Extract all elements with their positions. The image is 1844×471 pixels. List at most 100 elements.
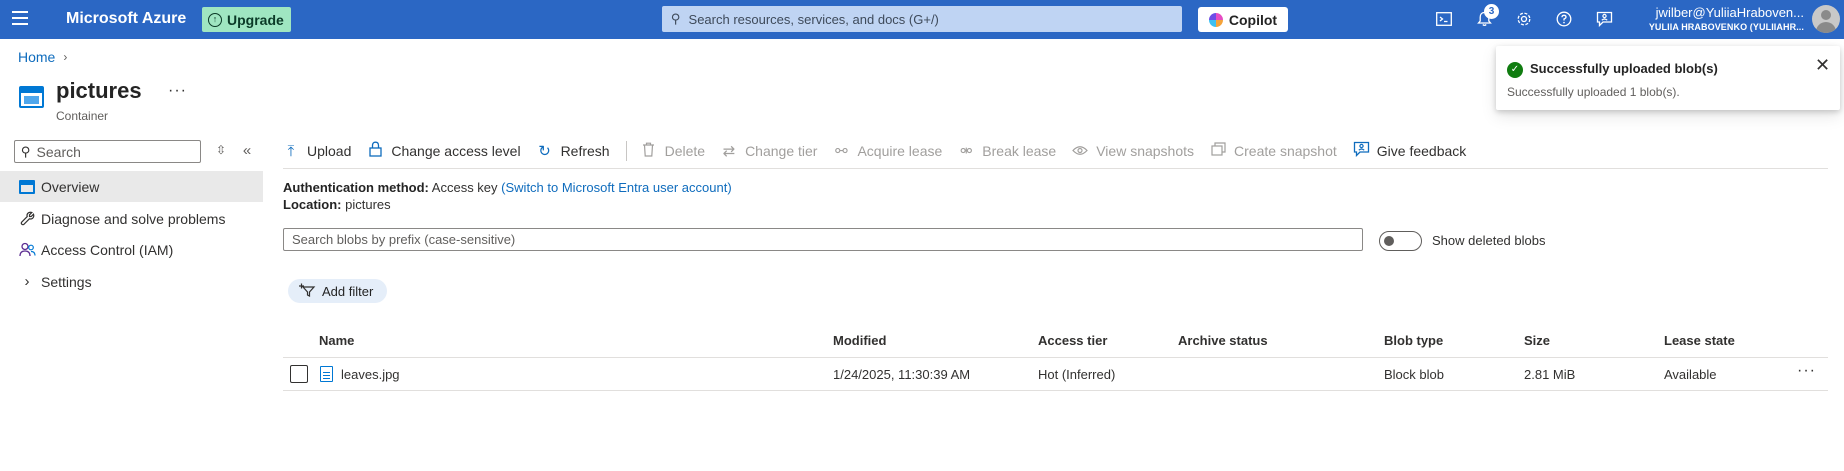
- help-icon[interactable]: [1554, 9, 1574, 29]
- copilot-icon: [1208, 12, 1223, 27]
- people-icon: [17, 241, 37, 259]
- snapshot-icon: [1210, 142, 1226, 160]
- global-search-input[interactable]: ⚲ Search resources, services, and docs (…: [662, 6, 1182, 32]
- more-options-button[interactable]: ···: [168, 82, 187, 100]
- page-subtitle: Container: [56, 109, 109, 123]
- auth-method-label: Authentication method:: [283, 180, 429, 195]
- user-email: jwilber@YuliiaHraboven...: [1655, 5, 1804, 20]
- command-bar: ⤒ Upload Change access level ↻ Refresh D…: [283, 138, 1482, 164]
- breadcrumb-home-link[interactable]: Home: [18, 49, 55, 65]
- acquire-lease-button[interactable]: ⚯ Acquire lease: [833, 142, 942, 160]
- upload-button[interactable]: ⤒ Upload: [283, 142, 352, 160]
- gear-icon[interactable]: [1514, 9, 1534, 29]
- collapse-nav-icon[interactable]: «: [238, 140, 256, 160]
- chevron-right-icon: ›: [63, 50, 68, 64]
- swap-icon: ⇄: [722, 143, 736, 160]
- sidebar-item-diagnose[interactable]: Diagnose and solve problems: [0, 203, 263, 234]
- create-snapshot-label: Create snapshot: [1234, 143, 1337, 159]
- wrench-icon: [17, 210, 37, 228]
- overview-icon: [17, 178, 37, 196]
- search-icon: ⚲: [21, 143, 31, 159]
- auth-method-value: Access key: [431, 180, 498, 195]
- breadcrumb: Home ›: [18, 49, 67, 65]
- row-more-options-button[interactable]: ···: [1797, 362, 1816, 380]
- cloud-shell-icon[interactable]: [1434, 9, 1454, 29]
- sidebar-item-iam[interactable]: Access Control (IAM): [0, 234, 263, 265]
- upload-success-toast: ✓ Successfully uploaded blob(s) Successf…: [1496, 46, 1840, 110]
- view-snapshots-button[interactable]: View snapshots: [1072, 143, 1194, 160]
- brand-title[interactable]: Microsoft Azure: [66, 10, 186, 28]
- blob-access-tier: Hot (Inferred): [1038, 367, 1116, 382]
- add-filter-label: Add filter: [322, 283, 374, 299]
- sidebar-item-settings[interactable]: › Settings: [0, 266, 263, 297]
- refresh-label: Refresh: [560, 143, 610, 159]
- arrow-up-icon: ↑: [208, 12, 222, 27]
- location-label: Location:: [283, 197, 342, 212]
- column-header-name[interactable]: Name: [319, 333, 354, 348]
- view-snapshots-label: View snapshots: [1096, 143, 1195, 159]
- chevron-right-icon: ›: [24, 273, 30, 290]
- toast-title: Successfully uploaded blob(s): [1530, 61, 1718, 76]
- feedback-icon: [1353, 141, 1369, 161]
- broken-link-icon: ⚮: [959, 143, 973, 160]
- blob-search-placeholder: Search blobs by prefix (case-sensitive): [292, 232, 516, 247]
- sort-icon[interactable]: ⇳: [212, 140, 230, 160]
- table-row-divider: [283, 390, 1828, 391]
- column-header-access-tier[interactable]: Access tier: [1038, 333, 1107, 348]
- nav-search-input[interactable]: ⚲ Search: [14, 140, 201, 163]
- feedback-icon[interactable]: [1594, 9, 1614, 29]
- container-icon: [19, 86, 44, 108]
- column-header-size[interactable]: Size: [1524, 333, 1550, 348]
- row-checkbox[interactable]: [290, 365, 308, 383]
- column-header-lease-state[interactable]: Lease state: [1664, 333, 1735, 348]
- upload-label: Upload: [307, 143, 352, 159]
- auth-method-line: Authentication method: Access key (Switc…: [283, 180, 732, 195]
- sidebar-item-overview[interactable]: Overview: [0, 171, 263, 202]
- blob-name-link[interactable]: leaves.jpg: [341, 367, 400, 382]
- upload-icon: ⤒: [287, 142, 295, 160]
- acquire-lease-label: Acquire lease: [857, 143, 943, 159]
- break-lease-button[interactable]: ⚮ Break lease: [958, 142, 1056, 160]
- blob-size: 2.81 MiB: [1524, 367, 1576, 382]
- blob-lease-state: Available: [1664, 367, 1717, 382]
- blob-search-input[interactable]: Search blobs by prefix (case-sensitive): [283, 228, 1363, 251]
- column-header-archive-status[interactable]: Archive status: [1178, 333, 1268, 348]
- show-deleted-toggle[interactable]: [1379, 231, 1422, 251]
- location-value: pictures: [345, 197, 391, 212]
- give-feedback-button[interactable]: Give feedback: [1353, 141, 1467, 161]
- add-filter-button[interactable]: Add filter: [288, 279, 388, 303]
- show-deleted-label: Show deleted blobs: [1432, 233, 1546, 248]
- sidebar-item-label: Settings: [41, 273, 92, 290]
- copilot-label: Copilot: [1228, 11, 1278, 28]
- give-feedback-label: Give feedback: [1376, 143, 1467, 159]
- avatar[interactable]: [1812, 5, 1840, 33]
- toolbar-divider: [625, 141, 627, 161]
- top-bar: Microsoft Azure ↑ Upgrade ⚲ Search resou…: [0, 0, 1844, 39]
- copilot-button[interactable]: Copilot: [1198, 7, 1288, 32]
- change-tier-button[interactable]: ⇄ Change tier: [721, 142, 818, 160]
- nav-search-placeholder: Search: [36, 143, 81, 160]
- blob-modified: 1/24/2025, 11:30:39 AM: [833, 367, 971, 382]
- user-account[interactable]: jwilber@YuliiaHraboven... YULIIA HRABOVE…: [1644, 5, 1804, 32]
- lock-icon: [367, 141, 383, 161]
- success-check-icon: ✓: [1507, 62, 1523, 78]
- page-title: pictures: [56, 78, 142, 103]
- switch-auth-link[interactable]: (Switch to Microsoft Entra user account): [501, 180, 731, 195]
- global-search-placeholder: Search resources, services, and docs (G+…: [688, 11, 939, 27]
- column-header-modified[interactable]: Modified: [833, 333, 886, 348]
- refresh-button[interactable]: ↻ Refresh: [537, 142, 610, 160]
- close-icon[interactable]: ✕: [1815, 56, 1830, 74]
- filter-add-icon: [298, 283, 316, 300]
- menu-icon[interactable]: [12, 11, 32, 27]
- delete-label: Delete: [664, 143, 706, 159]
- sidebar-item-label: Overview: [41, 178, 100, 195]
- create-snapshot-button[interactable]: Create snapshot: [1210, 142, 1337, 160]
- location-line: Location: pictures: [283, 197, 391, 212]
- search-icon: ⚲: [671, 11, 681, 26]
- file-icon: [320, 366, 333, 382]
- change-access-level-button[interactable]: Change access level: [367, 141, 521, 161]
- upgrade-label: Upgrade: [227, 11, 284, 28]
- column-header-blob-type[interactable]: Blob type: [1384, 333, 1443, 348]
- delete-button[interactable]: Delete: [641, 142, 705, 161]
- upgrade-button[interactable]: ↑ Upgrade: [202, 7, 291, 32]
